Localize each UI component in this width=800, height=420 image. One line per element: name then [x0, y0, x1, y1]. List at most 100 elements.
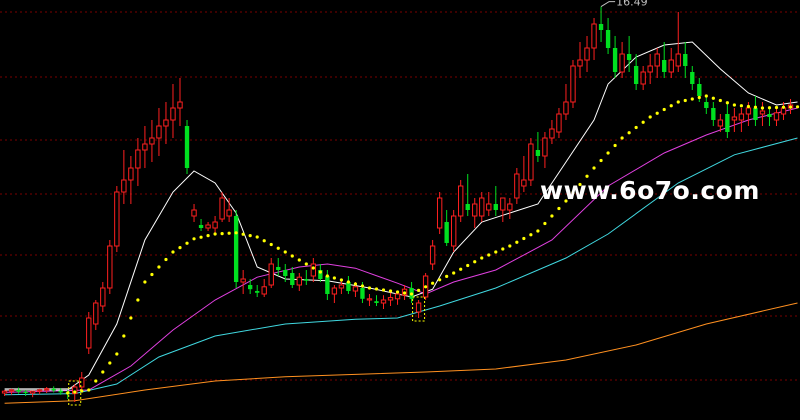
dot-point: [774, 105, 779, 110]
candle-body-up: [451, 215, 457, 247]
dot-point: [297, 258, 301, 262]
dot-point: [781, 105, 786, 109]
dot-point: [122, 334, 126, 338]
candle-body-up: [310, 263, 317, 277]
dot-point: [718, 98, 722, 103]
candle-body-up: [394, 293, 401, 300]
dot-point: [178, 246, 182, 250]
candle-body-up: [170, 107, 176, 121]
candle: [465, 174, 470, 216]
dot-point: [634, 125, 638, 130]
candle: [212, 216, 218, 234]
ma-line-ma-short: [4, 41, 798, 391]
candle: [135, 138, 141, 186]
candle-body-up: [212, 221, 218, 229]
candle: [605, 18, 611, 54]
candle-body-up: [556, 113, 562, 133]
dot-point: [494, 250, 498, 254]
candle-body-down: [612, 48, 618, 72]
candle: [248, 279, 253, 294]
dot-point: [73, 390, 77, 394]
candle-body-down: [184, 126, 190, 168]
dot-point: [395, 290, 400, 294]
candle-body-up: [563, 101, 569, 115]
dot-point: [550, 214, 554, 218]
dot-point: [795, 105, 800, 109]
candle: [626, 36, 632, 72]
peak-arrow-icon: [600, 1, 616, 8]
dot-point: [234, 231, 238, 235]
candle-body-up: [387, 297, 394, 301]
dot-point: [129, 316, 133, 320]
candle-body-down: [304, 279, 309, 281]
candle: [149, 120, 155, 162]
dot-point: [101, 370, 105, 374]
candle-body-up: [296, 276, 302, 286]
candle: [458, 180, 464, 222]
candle: [219, 192, 225, 222]
candle-body-up: [500, 197, 506, 211]
candle-body-down: [465, 204, 470, 210]
dot-point: [353, 282, 358, 286]
candle-body-down: [690, 72, 695, 84]
candle: [451, 210, 457, 252]
dot-point: [501, 247, 505, 251]
candle: [584, 36, 590, 72]
dot-point: [704, 94, 708, 98]
candle-body-down: [16, 390, 21, 392]
candle: [591, 18, 597, 60]
ma-line-ma-longest: [4, 302, 798, 404]
dot-point: [248, 234, 252, 238]
candle: [767, 108, 772, 126]
dot-point: [543, 221, 547, 226]
candle: [156, 108, 162, 156]
candle: [170, 84, 176, 138]
candle-body-up: [514, 173, 520, 199]
dot-point: [276, 246, 280, 250]
dot-point: [304, 262, 308, 266]
candle-body-up: [640, 71, 646, 85]
candle-body-up: [738, 113, 745, 121]
candle: [500, 197, 506, 222]
dot-point: [606, 151, 610, 155]
candle-body-up: [570, 65, 576, 103]
candle: [255, 285, 260, 297]
candle-body-up: [675, 53, 681, 67]
dot-point: [676, 100, 680, 104]
candle-body-up: [717, 119, 724, 127]
dot-point: [599, 158, 603, 163]
dot-point: [760, 106, 765, 110]
dot-point: [360, 284, 365, 288]
candle-body-down: [493, 204, 498, 210]
candle: [683, 42, 688, 78]
dot-point: [466, 263, 470, 268]
candle-body-up: [43, 388, 50, 391]
dot-point: [452, 271, 456, 275]
candle-body-up: [773, 112, 780, 121]
candle: [612, 36, 618, 78]
dot-point: [157, 265, 161, 269]
dot-point: [367, 286, 372, 290]
candle: [507, 198, 513, 219]
candle: [759, 102, 766, 126]
candle: [177, 78, 183, 126]
dot-point: [438, 278, 442, 282]
candle-body-up: [86, 317, 92, 349]
candle-body-down: [255, 291, 260, 293]
dot-point: [641, 120, 645, 124]
candle: [93, 300, 99, 330]
candle: [647, 54, 653, 84]
dot-point: [150, 272, 154, 277]
candle-body-up: [177, 101, 183, 109]
candle-body-up: [436, 197, 443, 229]
candle-body-down: [704, 102, 709, 108]
dot-point: [753, 105, 758, 109]
candlestick-chart: 16.49 www.6o7o.com: [0, 0, 800, 406]
dot-point: [325, 274, 329, 278]
candle: [662, 42, 667, 78]
candle: [773, 108, 780, 126]
dot-point: [424, 285, 428, 289]
dot-point: [788, 105, 793, 109]
candle-body-up: [121, 179, 127, 193]
candle-body-up: [142, 143, 148, 151]
